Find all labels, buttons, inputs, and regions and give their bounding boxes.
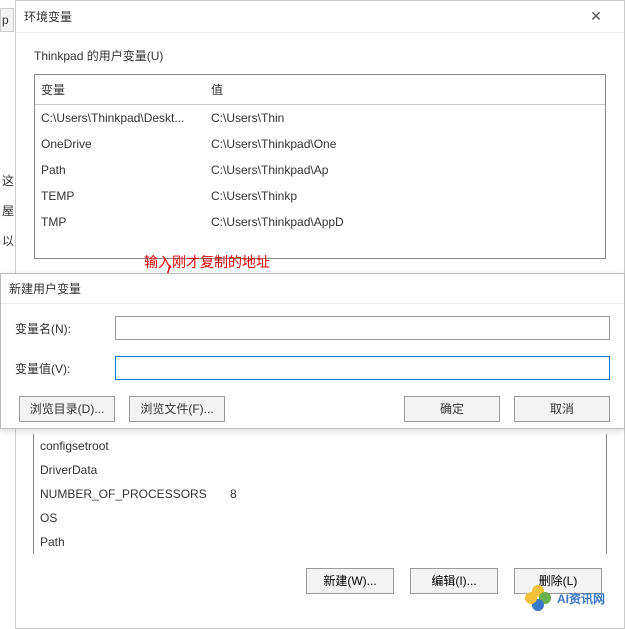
system-vars-table[interactable]: configsetroot DriverData NUMBER_OF_PROCESS… (33, 434, 607, 554)
close-icon[interactable]: ✕ (576, 8, 616, 25)
watermark-text: AI资讯网 (557, 590, 605, 607)
watermark-icon (525, 585, 551, 611)
cell-var: Path (34, 533, 224, 551)
cell-val: C:\Users\Thinkp (205, 187, 605, 205)
cell-var: OS (34, 509, 224, 527)
cell-var: C:\Users\Thinkpad\Deskt... (35, 109, 205, 127)
cancel-button[interactable]: 取消 (514, 396, 610, 422)
cell-var: TEMP (35, 187, 205, 205)
cell-var: configsetroot (34, 437, 224, 455)
cell-val (224, 437, 606, 455)
table-row[interactable]: OneDriveC:\Users\Thinkpad\One (35, 131, 605, 157)
user-vars-label: Thinkpad 的用户变量(U) (16, 33, 624, 74)
cell-var: OneDrive (35, 135, 205, 153)
browse-file-button[interactable]: 浏览文件(F)... (129, 396, 225, 422)
var-value-label: 变量值(V): (15, 360, 115, 377)
table-row[interactable]: TMPC:\Users\Thinkpad\AppD (35, 209, 605, 235)
ok-button[interactable]: 确定 (404, 396, 500, 422)
col-variable[interactable]: 变量 (35, 79, 205, 100)
dialog-title: 环境变量 (24, 8, 576, 25)
cell-var: Path (35, 161, 205, 179)
edge-text-2: 屋 (2, 202, 14, 219)
var-name-input[interactable] (115, 316, 610, 340)
system-vars-area: configsetroot DriverData NUMBER_OF_PROCESS… (33, 434, 607, 594)
sys-new-button[interactable]: 新建(W)... (306, 568, 394, 594)
table-row[interactable]: Path (34, 530, 606, 554)
watermark: AI资讯网 (525, 585, 605, 611)
cell-val: C:\Users\Thinkpad\One (205, 135, 605, 153)
annotation-text: 输入刚才复制的地址 (144, 252, 270, 272)
var-name-label: 变量名(N): (15, 320, 115, 337)
browse-dir-button[interactable]: 浏览目录(D)... (19, 396, 115, 422)
new-user-var-dialog: 新建用户变量 变量名(N): 变量值(V): 浏览目录(D)... 浏览文件(F… (0, 273, 625, 429)
table-header: 变量 值 (35, 75, 605, 105)
table-row[interactable]: NUMBER_OF_PROCESSORS8 (34, 482, 606, 506)
underlying-tab: p (0, 8, 14, 32)
cell-val (224, 509, 606, 527)
cell-val: C:\Users\Thinkpad\Ap (205, 161, 605, 179)
sys-edit-button[interactable]: 编辑(I)... (410, 568, 498, 594)
edge-text-3: 以 (2, 232, 14, 249)
col-value[interactable]: 值 (205, 79, 605, 100)
table-row[interactable]: C:\Users\Thinkpad\Deskt...C:\Users\Thin (35, 105, 605, 131)
cell-val (224, 533, 606, 551)
cell-var: NUMBER_OF_PROCESSORS (34, 485, 224, 503)
table-row[interactable]: PathC:\Users\Thinkpad\Ap (35, 157, 605, 183)
cell-val: 8 (224, 485, 606, 503)
table-row[interactable]: TEMPC:\Users\Thinkp (35, 183, 605, 209)
cell-var: TMP (35, 213, 205, 231)
cell-val: C:\Users\Thin (205, 109, 605, 127)
user-vars-table[interactable]: 变量 值 C:\Users\Thinkpad\Deskt...C:\Users\… (34, 74, 606, 259)
table-row[interactable]: DriverData (34, 458, 606, 482)
new-dialog-title: 新建用户变量 (1, 274, 624, 304)
table-row[interactable]: configsetroot (34, 434, 606, 458)
cell-var: DriverData (34, 461, 224, 479)
edge-text-1: 这 (2, 172, 14, 189)
cell-val: C:\Users\Thinkpad\AppD (205, 213, 605, 231)
table-row[interactable]: OS (34, 506, 606, 530)
titlebar: 环境变量 ✕ (16, 1, 624, 33)
cell-val (224, 461, 606, 479)
var-value-input[interactable] (115, 356, 610, 380)
